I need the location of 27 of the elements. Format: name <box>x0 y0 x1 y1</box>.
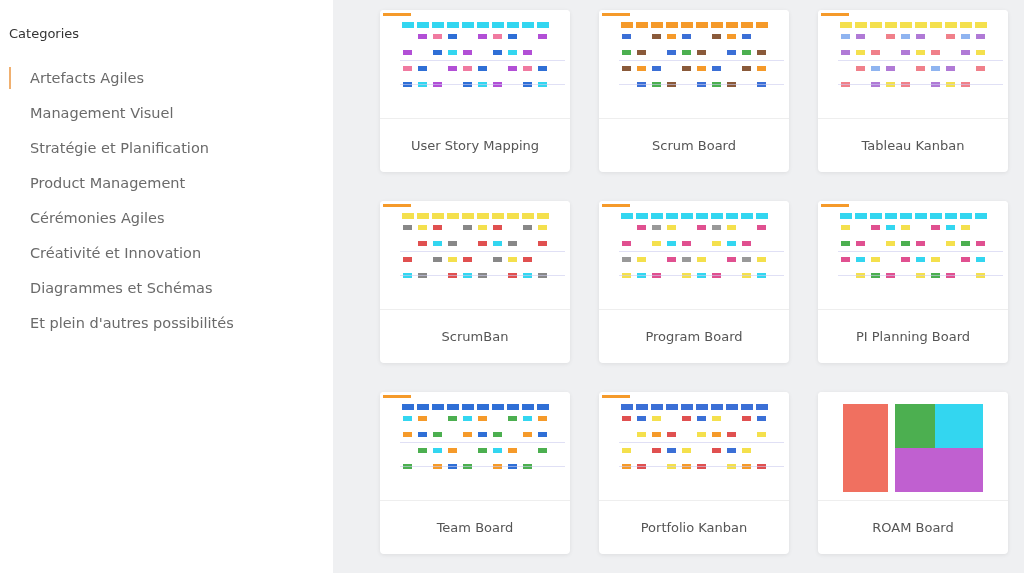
template-title: PI Planning Board <box>854 328 972 346</box>
template-card[interactable]: PI Planning Board <box>818 201 1008 363</box>
category-link[interactable]: Artefacts Agiles <box>9 67 144 89</box>
category-link[interactable]: Product Management <box>9 172 186 194</box>
category-link[interactable]: Créativité et Innovation <box>9 242 202 264</box>
template-title: Program Board <box>644 328 744 346</box>
category-link[interactable]: Cérémonies Agiles <box>9 207 165 229</box>
template-card[interactable]: Tableau Kanban <box>818 10 1008 172</box>
template-title: ROAM Board <box>871 519 955 537</box>
template-card[interactable]: ScrumBan <box>380 201 570 363</box>
template-card[interactable]: User Story Mapping <box>380 10 570 172</box>
template-title: Portfolio Kanban <box>639 519 749 537</box>
template-title: Scrum Board <box>651 137 737 155</box>
category-link[interactable]: Stratégie et Planification <box>9 137 209 159</box>
template-title: User Story Mapping <box>410 137 540 155</box>
template-title: Team Board <box>435 519 515 537</box>
template-card[interactable]: Portfolio Kanban <box>599 392 789 554</box>
template-card[interactable]: ROAM Board <box>818 392 1008 554</box>
category-link[interactable]: Et plein d'autres possibilités <box>9 312 234 334</box>
category-link[interactable]: Diagrammes et Schémas <box>9 277 213 299</box>
template-card[interactable]: Team Board <box>380 392 570 554</box>
template-card[interactable]: Program Board <box>599 201 789 363</box>
category-link[interactable]: Management Visuel <box>9 102 174 124</box>
template-card[interactable]: Scrum Board <box>599 10 789 172</box>
template-title: ScrumBan <box>440 328 510 346</box>
template-title: Tableau Kanban <box>860 137 966 155</box>
sidebar-heading: Categories <box>9 26 80 41</box>
